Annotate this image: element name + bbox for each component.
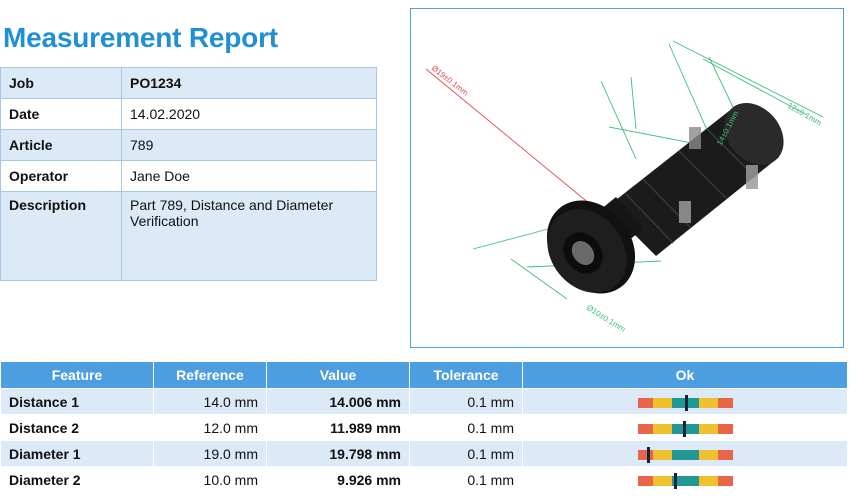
diameter-10-label: Ø10±0.1mm — [585, 303, 627, 334]
reference-value: 12.0 mm — [153, 414, 267, 441]
col-tolerance-header: Tolerance — [409, 361, 523, 389]
tolerance-marker — [674, 472, 678, 489]
tolerance-bar — [637, 420, 733, 437]
reference-value: 10.0 mm — [153, 466, 267, 493]
reference-value: 19.0 mm — [153, 440, 267, 467]
info-value: Part 789, Distance and Diameter Verifica… — [121, 191, 377, 281]
measured-value: 19.798 mm — [266, 440, 410, 467]
tolerance-value: 0.1 mm — [409, 440, 523, 467]
feature-name: Distance 2 — [0, 414, 154, 441]
table-row: Distance 2 12.0 mm 11.989 mm 0.1 mm — [0, 414, 848, 441]
info-row-article: Article 789 — [0, 129, 377, 161]
diameter-19-label: Ø19±0.1mm — [430, 63, 470, 97]
info-row-date: Date 14.02.2020 — [0, 98, 377, 130]
ok-indicator — [522, 466, 848, 493]
feature-name: Distance 1 — [0, 388, 154, 415]
info-value: PO1234 — [121, 67, 377, 99]
info-label: Description — [0, 191, 122, 281]
info-row-description: Description Part 789, Distance and Diame… — [0, 191, 377, 281]
ok-indicator — [522, 440, 848, 467]
col-value-header: Value — [266, 361, 410, 389]
report-title: Measurement Report — [3, 22, 278, 53]
feature-name: Diameter 1 — [0, 440, 154, 467]
feature-name: Diameter 2 — [0, 466, 154, 493]
tolerance-value: 0.1 mm — [409, 388, 523, 415]
measured-value: 14.006 mm — [266, 388, 410, 415]
info-label: Job — [0, 67, 122, 99]
measured-value: 9.926 mm — [266, 466, 410, 493]
table-row: Diameter 2 10.0 mm 9.926 mm 0.1 mm — [0, 466, 848, 493]
tolerance-bar — [637, 446, 733, 463]
info-label: Article — [0, 129, 122, 161]
job-info-table: Job PO1234 Date 14.02.2020 Article 789 O… — [0, 67, 377, 281]
tolerance-marker — [646, 446, 650, 463]
tolerance-value: 0.1 mm — [409, 414, 523, 441]
info-row-operator: Operator Jane Doe — [0, 160, 377, 192]
table-row: Diameter 1 19.0 mm 19.798 mm 0.1 mm — [0, 440, 848, 467]
tolerance-marker — [682, 420, 686, 437]
info-label: Operator — [0, 160, 122, 192]
col-reference-header: Reference — [153, 361, 267, 389]
tolerance-marker — [684, 394, 688, 411]
results-table: Feature Reference Value Tolerance Ok Dis… — [0, 361, 848, 493]
table-row: Distance 1 14.0 mm 14.006 mm 0.1 mm — [0, 388, 848, 415]
info-value: Jane Doe — [121, 160, 377, 192]
results-header-row: Feature Reference Value Tolerance Ok — [0, 361, 848, 389]
info-value: 789 — [121, 129, 377, 161]
measured-value: 11.989 mm — [266, 414, 410, 441]
info-label: Date — [0, 98, 122, 130]
col-feature-header: Feature — [0, 361, 154, 389]
tolerance-bar — [637, 472, 733, 489]
info-row-job: Job PO1234 — [0, 67, 377, 99]
part-render: Ø19±0.1mm Ø10±0.1mm 12±0.1mm 14±0.1mm — [425, 40, 823, 334]
ok-indicator — [522, 388, 848, 415]
col-ok-header: Ok — [522, 361, 848, 389]
tolerance-bar — [637, 394, 733, 411]
ok-indicator — [522, 414, 848, 441]
reference-value: 14.0 mm — [153, 388, 267, 415]
tolerance-value: 0.1 mm — [409, 466, 523, 493]
info-value: 14.02.2020 — [121, 98, 377, 130]
part-3d-view[interactable]: Ø19±0.1mm Ø10±0.1mm 12±0.1mm 14±0.1mm — [410, 8, 844, 348]
